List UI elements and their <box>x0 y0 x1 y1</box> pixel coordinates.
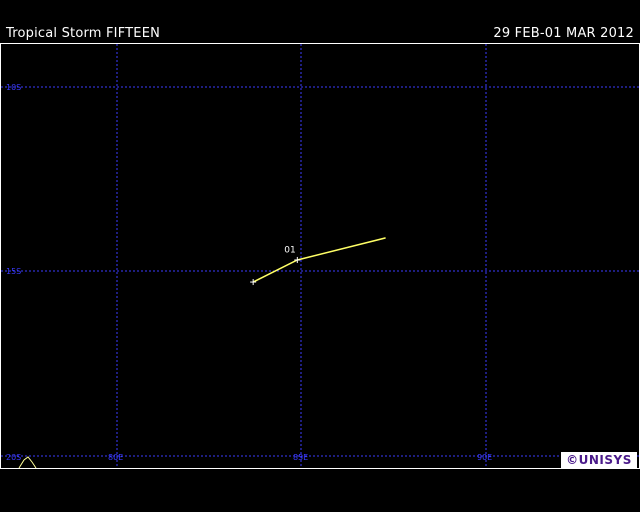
storm-track-line <box>252 237 386 283</box>
lon-label-85e: 85E <box>293 453 308 462</box>
lat-label-15s: 15S <box>6 267 21 276</box>
unisys-logo: ©UNISYS <box>561 452 637 469</box>
track-map: 10S 15S 20S 80E 85E 90E 01 <box>0 43 640 469</box>
lon-label-80e: 80E <box>108 453 123 462</box>
land-outline <box>18 456 37 469</box>
lon-label-90e: 90E <box>477 453 492 462</box>
map-frame <box>0 43 640 469</box>
lat-label-20s: 20S <box>6 453 21 462</box>
lat-label-10s: 10S <box>6 83 21 92</box>
position-label: 01 <box>284 245 295 255</box>
